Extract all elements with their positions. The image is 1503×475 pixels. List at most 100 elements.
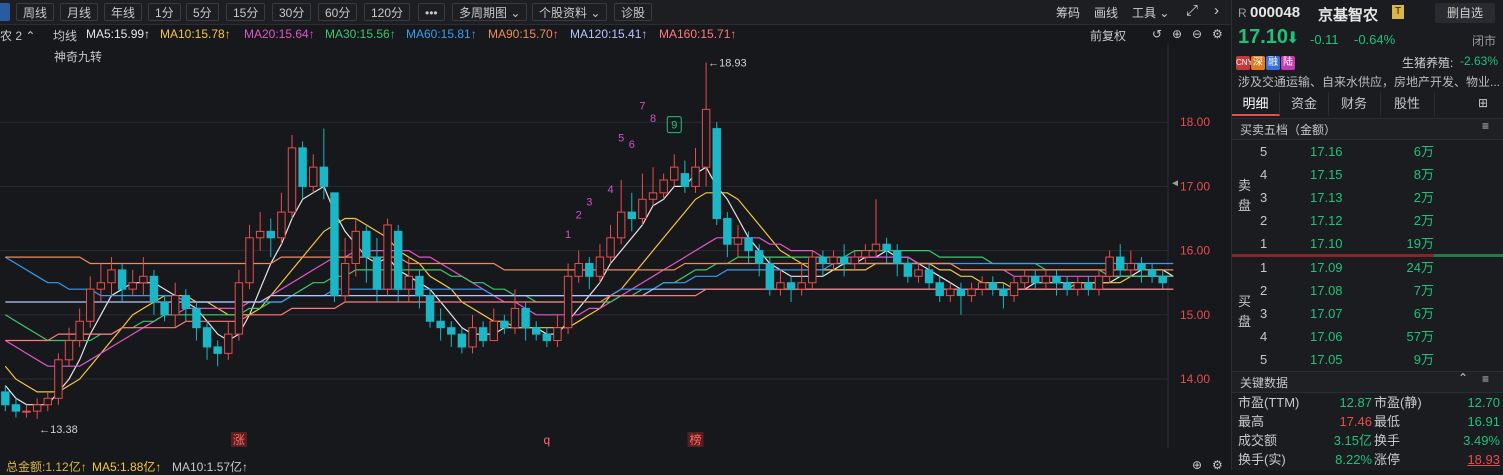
bid-amount: 7万 [1413,283,1434,298]
keydata-value: 12.87 [1339,395,1372,410]
period-tab-5min[interactable]: 5分 [186,3,219,21]
ma120-value: MA120:15.41↑ [570,27,648,41]
candle-body [627,211,636,220]
candle-body [585,262,594,277]
td-number: 1 [565,229,571,241]
company-description[interactable]: 涉及交通运输、自来水供应，房地产开发、物业... [1238,73,1500,90]
keydata-label: 涨停 [1374,452,1401,467]
period-tab-1min[interactable]: 1分 [148,3,181,21]
high-price-label: ←18.93 [708,57,747,69]
bid-row[interactable]: 5 17.05 9万 [1232,349,1503,371]
volume-legend-bar: 总金额:1.12亿↑ MA5:1.88亿↑ MA10:1.57亿↑ ⊕ ⚙ [0,456,1231,474]
ask-row[interactable]: 2 17.12 2万 [1232,210,1503,232]
adjust-mode-button[interactable]: 前复权 [1090,27,1126,44]
candle-body [75,320,84,342]
candle-body [224,333,233,354]
multi-period-dropdown[interactable]: 多周期图 ⌄ [452,3,528,21]
candle-body [213,346,222,354]
diagnose-button[interactable]: 诊股 [614,3,653,21]
draw-button[interactable]: 画线 [1094,4,1118,21]
bid-row[interactable]: 1 17.09 24万 [1232,257,1503,279]
keydata-row: 最高 17.46 最低 16.91 [1232,412,1503,431]
period-tab-month[interactable]: 月线 [60,3,99,21]
chips-button[interactable]: 筹码 [1056,4,1080,21]
keydata-value: 3.49% [1463,433,1500,448]
period-tab-week[interactable]: 周线 [16,3,55,21]
period-tab-30min[interactable]: 30分 [272,3,312,21]
candle-body [436,320,445,329]
event-marker: 榜 [689,432,701,447]
bid-level: 3 [1260,306,1268,321]
ask-row[interactable]: 1 17.10 19万 [1232,233,1503,255]
ma-label[interactable]: 均线 [53,27,77,44]
candle-body [850,256,859,264]
candle-body [967,288,976,297]
candle-body [1009,282,1019,297]
kline-chart[interactable]: 18.00 17.00 16.00 15.00 14.00 ←18.93 ←13.38 1 2 3… [0,44,1231,448]
keydata-collapse-icon[interactable]: ⌃ [1458,371,1468,385]
bid-row[interactable]: 3 17.07 6万 [1232,303,1503,325]
market-status: 闭市 [1472,34,1497,48]
more-periods-button[interactable]: ••• [418,3,445,21]
candle-body [659,179,668,194]
orderbook-menu-icon[interactable]: ≡ [1482,119,1489,133]
candle-body [1126,262,1136,271]
bid-price: 17.08 [1310,283,1343,298]
period-tab-15min[interactable]: 15分 [226,3,266,21]
bid-row[interactable]: 4 17.06 57万 [1232,326,1503,348]
candle-body [234,282,244,335]
candle-body [170,295,180,316]
kline-svg[interactable]: 18.00 17.00 16.00 15.00 14.00 ←18.93 ←13.38 123… [0,44,1231,448]
ma5-value: MA5:15.99↑ [86,27,151,41]
keydata-label: 市盈(静) [1374,395,1422,410]
undo-icon[interactable]: ↺ [1152,27,1162,41]
keydata-label: 成交额 [1238,433,1278,448]
chevron-right-icon[interactable]: › [1214,2,1219,19]
ma10-value: MA10:15.78↑ [160,27,231,41]
stock-info-dropdown[interactable]: 个股资料 ⌄ [532,3,608,21]
candle-body [362,230,371,258]
ask-row[interactable]: 3 17.13 2万 [1232,187,1503,209]
candle-body [32,404,42,412]
zoom-in-icon[interactable]: ⊕ [1172,27,1182,41]
panel-layout-icon[interactable]: ⊞ [1478,96,1488,110]
ask-price: 17.15 [1310,167,1343,182]
tab-funds[interactable]: 资金 [1280,92,1329,116]
keydata-value: 8.22% [1335,452,1372,467]
candle-body [829,256,838,264]
note-icon[interactable]: T [1392,5,1404,19]
candle-body [468,327,477,348]
ma60-value: MA60:15.81↑ [406,27,477,41]
candle-body [117,269,127,290]
tools-dropdown[interactable]: 工具 ⌄ [1132,4,1169,21]
candle-body [425,295,435,322]
remove-watchlist-button[interactable]: 删自选 [1435,3,1495,23]
zoom-out-icon[interactable]: ⊖ [1192,27,1202,41]
settings-gear-icon[interactable]: ⚙ [1212,27,1223,41]
tab-detail[interactable]: 明细 [1232,92,1280,116]
bid-level: 1 [1260,260,1268,275]
bid-amount: 24万 [1406,260,1434,275]
expand-icon[interactable]: ⤢ [1186,2,1198,19]
period-tab-60min[interactable]: 60分 [318,3,358,21]
ask-row[interactable]: 4 17.15 8万 [1232,164,1503,186]
bid-row[interactable]: 2 17.08 7万 [1232,280,1503,302]
candle-body [277,211,286,239]
period-tab-active[interactable] [0,3,10,21]
y-tick-label: 18.00 [1180,115,1210,129]
candle-body [1052,275,1061,284]
period-tab-120min[interactable]: 120分 [364,3,411,21]
keydata-menu-icon[interactable]: ≡ [1482,372,1489,386]
candle-body [1137,262,1146,271]
candle-body [532,327,541,335]
tab-finance[interactable]: 财务 [1328,92,1381,116]
stock-short-label[interactable]: 农 2 ⌃ [0,27,35,44]
ask-level: 1 [1260,236,1268,251]
ask-amount: 8万 [1413,167,1434,182]
tab-stock-nature[interactable]: 股性 [1380,92,1435,116]
candle-body [839,256,849,264]
sector-label[interactable]: 生猪养殖: [1402,54,1453,71]
ask-row[interactable]: 5 17.16 6万 [1232,141,1503,163]
period-tab-year[interactable]: 年线 [104,3,143,21]
bid-amount: 9万 [1413,352,1434,367]
